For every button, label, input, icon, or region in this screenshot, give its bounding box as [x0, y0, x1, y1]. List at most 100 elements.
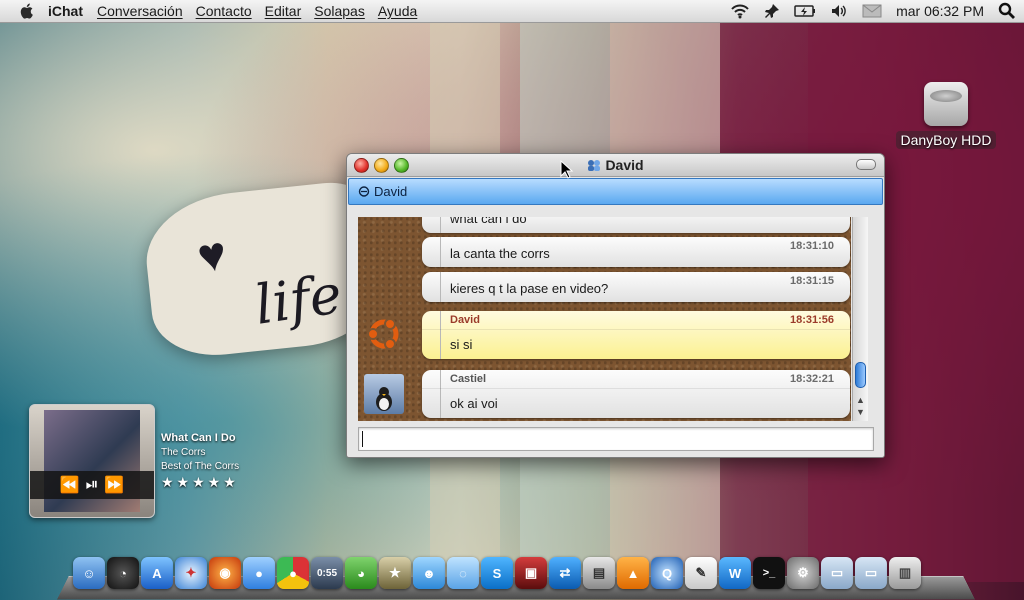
battery-icon[interactable]: [794, 4, 816, 18]
window-titlebar[interactable]: David: [347, 154, 884, 177]
message-sender: David: [450, 314, 480, 326]
text-caret: [362, 431, 363, 447]
applications-folder-icon[interactable]: ▭: [855, 557, 887, 589]
window-title: David: [347, 157, 884, 173]
chat-message: 18:31:15 kieres q t la pase en video?: [422, 272, 850, 302]
transcript-scrollbar[interactable]: ▲ ▼: [852, 217, 868, 421]
play-pause-icon[interactable]: ⏯: [86, 476, 99, 494]
messages-icon[interactable]: ◌: [447, 557, 479, 589]
chat-message: 18:31:10 la canta the corrs: [422, 237, 850, 267]
music-widget: ⏪ ⏯ ⏩ What Can I Do The Corrs Best of Th…: [29, 404, 269, 518]
message-text: kieres q t la pase en video?: [450, 281, 609, 296]
contacts-icon[interactable]: ☻: [413, 557, 445, 589]
menu-clock[interactable]: mar 06:32 PM: [896, 3, 984, 19]
search-icon[interactable]: [998, 2, 1016, 20]
message-text: ok ai voi: [450, 396, 498, 411]
ubuntu-avatar-icon: [367, 318, 399, 350]
hard-drive-icon[interactable]: [924, 82, 968, 126]
wifi-icon[interactable]: [730, 3, 750, 19]
message-text: what can i do: [450, 217, 527, 226]
track-artist: The Corrs: [161, 447, 206, 458]
teamviewer-icon[interactable]: ⇄: [549, 557, 581, 589]
message-time: 18:31:56: [789, 314, 834, 326]
track-rating-stars[interactable]: ★★★★★: [161, 474, 239, 491]
firefox-icon[interactable]: ◉: [209, 557, 241, 589]
chat-window: David David what can i do 18:31:10 la ca…: [346, 153, 885, 458]
photo-booth-icon[interactable]: ▣: [515, 557, 547, 589]
menu-contacto[interactable]: Contacto: [196, 3, 252, 19]
dashboard-icon[interactable]: ◔: [107, 557, 139, 589]
message-time: 18:31:10: [789, 240, 834, 252]
skype-icon[interactable]: S: [481, 557, 513, 589]
chat-tab-bar: David: [348, 178, 883, 205]
chrome-icon[interactable]: ●: [277, 557, 309, 589]
mouse-pointer-icon: [560, 160, 574, 179]
track-info: What Can I Do The Corrs Best of The Corr…: [161, 432, 239, 491]
chat-bubble-icon: [358, 185, 370, 197]
apple-icon[interactable]: [18, 2, 36, 20]
dock-apps: ☺ ◔ A ✦ ◉ ● ● 0:55 ◕ ★ ☻ ◌ S ▣ ⇄ ▤ ▲ Q ✎…: [73, 557, 921, 589]
playback-controls: ⏪ ⏯ ⏩: [30, 471, 154, 499]
textedit-icon[interactable]: ✎: [685, 557, 717, 589]
message-header-divider: [422, 388, 850, 389]
mail-icon[interactable]: [862, 4, 882, 18]
menu-conversacion[interactable]: Conversación: [97, 3, 183, 19]
previous-track-icon[interactable]: ⏪: [60, 475, 80, 495]
message-sender: Castiel: [450, 373, 487, 385]
volume-icon[interactable]: [830, 3, 848, 19]
chat-message: Castiel 18:32:21 ok ai voi: [422, 370, 850, 418]
app-store-icon[interactable]: A: [141, 557, 173, 589]
message-divider: [440, 272, 441, 302]
menu-editar[interactable]: Editar: [265, 3, 302, 19]
tux-avatar-icon: [364, 374, 404, 414]
message-text: la canta the corrs: [450, 246, 550, 261]
star-icon[interactable]: ★: [379, 557, 411, 589]
buddy-icon: [588, 160, 601, 171]
vlc-icon[interactable]: ▲: [617, 557, 649, 589]
penguin-icon: [376, 387, 392, 411]
pin-icon[interactable]: [764, 3, 780, 19]
window-title-text: David: [605, 157, 644, 173]
album-cover[interactable]: ⏪ ⏯ ⏩: [29, 404, 155, 518]
tab-david[interactable]: David: [374, 184, 407, 199]
finder-icon[interactable]: ☺: [73, 557, 105, 589]
menu-app-name[interactable]: iChat: [48, 3, 83, 19]
track-title: What Can I Do: [161, 432, 236, 444]
documents-folder-icon[interactable]: ▭: [821, 557, 853, 589]
preview-icon[interactable]: ▤: [583, 557, 615, 589]
scroll-up-arrow-icon[interactable]: ▲: [856, 395, 865, 405]
scrollbar-thumb[interactable]: [855, 362, 866, 388]
scroll-down-arrow-icon[interactable]: ▼: [856, 407, 865, 417]
message-divider: [440, 217, 441, 233]
message-divider: [440, 370, 441, 418]
safari-icon[interactable]: ✦: [175, 557, 207, 589]
chat-message: David 18:31:56 si si: [422, 311, 850, 359]
trash-icon[interactable]: ▥: [889, 557, 921, 589]
message-header-divider: [422, 329, 850, 330]
clock-icon[interactable]: 0:55: [311, 557, 343, 589]
terminal-icon[interactable]: >_: [753, 557, 785, 589]
message-divider: [440, 311, 441, 359]
message-input[interactable]: [358, 427, 874, 451]
ichat-icon[interactable]: ●: [243, 557, 275, 589]
quicktime-icon[interactable]: Q: [651, 557, 683, 589]
next-track-icon[interactable]: ⏩: [104, 475, 124, 495]
wunderlist-icon[interactable]: W: [719, 557, 751, 589]
chat-transcript[interactable]: what can i do 18:31:10 la canta the corr…: [358, 217, 851, 421]
wallpaper-word: life: [251, 262, 346, 337]
message-divider: [440, 237, 441, 267]
menu-ayuda[interactable]: Ayuda: [378, 3, 417, 19]
dock: ☺ ◔ A ✦ ◉ ● ● 0:55 ◕ ★ ☻ ◌ S ▣ ⇄ ▤ ▲ Q ✎…: [57, 555, 975, 600]
menu-bar: iChat Conversación Contacto Editar Solap…: [0, 0, 1024, 23]
message-time: 18:32:21: [789, 373, 834, 385]
message-text: si si: [450, 337, 473, 352]
track-album: Best of The Corrs: [161, 461, 240, 472]
menu-solapas[interactable]: Solapas: [314, 3, 365, 19]
message-time: 18:31:15: [789, 275, 834, 287]
adium-icon[interactable]: ◕: [345, 557, 377, 589]
toolbar-toggle-button[interactable]: [856, 159, 876, 170]
system-prefs-icon[interactable]: ⚙: [787, 557, 819, 589]
desktop-drive[interactable]: DanyBoy HDD: [896, 82, 996, 149]
chat-message: what can i do: [422, 217, 850, 233]
drive-label: DanyBoy HDD: [896, 131, 996, 149]
